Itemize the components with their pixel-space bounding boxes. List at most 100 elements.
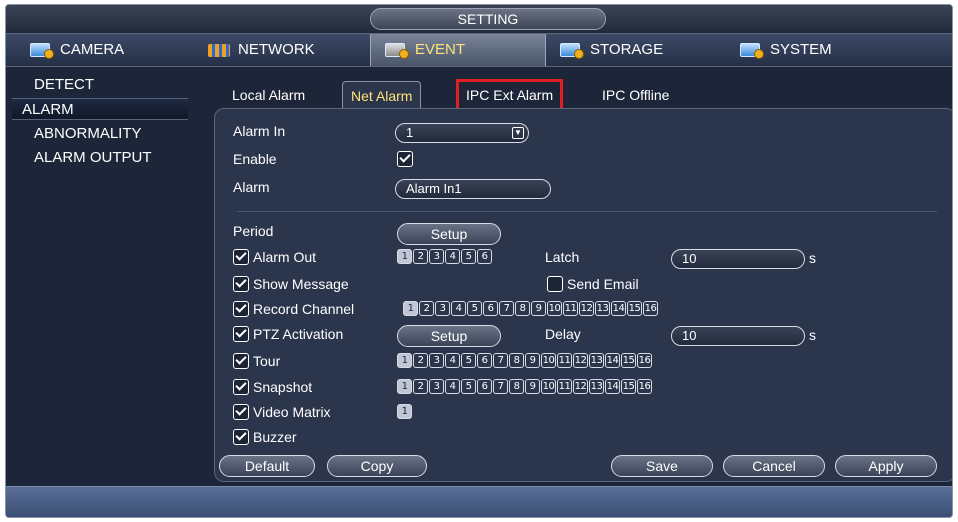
record-channel-11[interactable]: 11 [563, 301, 578, 316]
tour-channel-16[interactable]: 16 [637, 353, 652, 368]
record-channel-checkbox[interactable] [233, 301, 249, 317]
snapshot-channel-15[interactable]: 15 [621, 379, 636, 394]
snapshot-channel-4[interactable]: 4 [445, 379, 460, 394]
tab-system[interactable]: SYSTEM [726, 34, 902, 66]
latch-label: Latch [545, 249, 580, 265]
status-bar [6, 486, 952, 517]
record-channel-5[interactable]: 5 [467, 301, 482, 316]
apply-button[interactable]: Apply [835, 455, 937, 477]
snapshot-channel-3[interactable]: 3 [429, 379, 444, 394]
snapshot-checkbox[interactable] [233, 379, 249, 395]
snapshot-channel-16[interactable]: 16 [637, 379, 652, 394]
ptz-activation-label: PTZ Activation [253, 326, 344, 342]
sidebar-item-alarm[interactable]: ALARM [12, 98, 188, 120]
video-matrix-channel-1[interactable]: 1 [397, 404, 412, 419]
tour-channel-2[interactable]: 2 [413, 353, 428, 368]
tour-channel-15[interactable]: 15 [621, 353, 636, 368]
tab-event[interactable]: EVENT [370, 34, 546, 66]
tour-channel-13[interactable]: 13 [589, 353, 604, 368]
buzzer-checkbox[interactable] [233, 429, 249, 445]
alarm-name-input[interactable]: Alarm In1 [395, 179, 551, 199]
tab-local-alarm[interactable]: Local Alarm [224, 81, 313, 109]
tab-storage[interactable]: STORAGE [546, 34, 722, 66]
enable-checkbox[interactable] [397, 151, 413, 167]
send-email-checkbox[interactable] [547, 276, 563, 292]
snapshot-channel-10[interactable]: 10 [541, 379, 556, 394]
video-matrix-checkbox[interactable] [233, 404, 249, 420]
alarm-out-channel-1[interactable]: 1 [397, 249, 412, 264]
record-channel-1[interactable]: 1 [403, 301, 418, 316]
record-channel-10[interactable]: 10 [547, 301, 562, 316]
snapshot-channel-12[interactable]: 12 [573, 379, 588, 394]
tab-ipc-ext-alarm[interactable]: IPC Ext Alarm [455, 79, 564, 111]
record-channel-14[interactable]: 14 [611, 301, 626, 316]
snapshot-channel-5[interactable]: 5 [461, 379, 476, 394]
tour-channel-7[interactable]: 7 [493, 353, 508, 368]
tab-network[interactable]: NETWORK [194, 34, 370, 66]
tab-storage-label: STORAGE [590, 41, 664, 58]
tour-channel-3[interactable]: 3 [429, 353, 444, 368]
record-channel-13[interactable]: 13 [595, 301, 610, 316]
record-channel-3[interactable]: 3 [435, 301, 450, 316]
record-channel-9[interactable]: 9 [531, 301, 546, 316]
snapshot-channel-13[interactable]: 13 [589, 379, 604, 394]
snapshot-channel-11[interactable]: 11 [557, 379, 572, 394]
alarm-out-channel-6[interactable]: 6 [477, 249, 492, 264]
alarm-out-channel-4[interactable]: 4 [445, 249, 460, 264]
tab-camera[interactable]: CAMERA [16, 34, 192, 66]
snapshot-channel-8[interactable]: 8 [509, 379, 524, 394]
tab-net-alarm[interactable]: Net Alarm [342, 81, 422, 109]
record-channel-16[interactable]: 16 [643, 301, 658, 316]
tour-channel-12[interactable]: 12 [573, 353, 588, 368]
record-channel-7[interactable]: 7 [499, 301, 514, 316]
default-button[interactable]: Default [219, 455, 315, 477]
sidebar-item-detect[interactable]: DETECT [12, 74, 188, 96]
record-channel-6[interactable]: 6 [483, 301, 498, 316]
tour-channel-9[interactable]: 9 [525, 353, 540, 368]
alarm-out-channel-2[interactable]: 2 [413, 249, 428, 264]
alarm-in-select[interactable]: 1 ▼ [395, 123, 529, 143]
copy-button[interactable]: Copy [327, 455, 427, 477]
latch-input[interactable]: 10 [671, 249, 805, 269]
record-channel-8[interactable]: 8 [515, 301, 530, 316]
alarm-out-channel-3[interactable]: 3 [429, 249, 444, 264]
sidebar-item-abnormality[interactable]: ABNORMALITY [12, 123, 188, 145]
tour-channel-8[interactable]: 8 [509, 353, 524, 368]
tour-channel-4[interactable]: 4 [445, 353, 460, 368]
tour-channel-14[interactable]: 14 [605, 353, 620, 368]
snapshot-channel-6[interactable]: 6 [477, 379, 492, 394]
record-channel-2[interactable]: 2 [419, 301, 434, 316]
snapshot-channel-14[interactable]: 14 [605, 379, 620, 394]
tab-ipc-offline[interactable]: IPC Offline [594, 81, 677, 109]
tour-checkbox[interactable] [233, 353, 249, 369]
enable-label: Enable [233, 151, 277, 167]
alarm-out-channel-5[interactable]: 5 [461, 249, 476, 264]
tour-channel-6[interactable]: 6 [477, 353, 492, 368]
snapshot-channel-7[interactable]: 7 [493, 379, 508, 394]
tour-channel-5[interactable]: 5 [461, 353, 476, 368]
snapshot-channels: 1 2 3 4 5 6 7 8 9 10 11 12 13 14 15 16 [397, 379, 652, 394]
snapshot-channel-1[interactable]: 1 [397, 379, 412, 394]
tour-channel-1[interactable]: 1 [397, 353, 412, 368]
ptz-setup-button[interactable]: Setup [397, 325, 501, 347]
period-setup-button[interactable]: Setup [397, 223, 501, 245]
event-icon [385, 41, 409, 59]
snapshot-channel-2[interactable]: 2 [413, 379, 428, 394]
sidebar-item-alarm-output[interactable]: ALARM OUTPUT [12, 147, 188, 169]
camera-settings-icon [30, 41, 54, 59]
save-button[interactable]: Save [611, 455, 713, 477]
alarm-settings-panel: Alarm In 1 ▼ Enable Alarm Alarm In1 Peri… [214, 108, 952, 482]
show-message-checkbox[interactable] [233, 276, 249, 292]
alarm-out-label: Alarm Out [253, 249, 317, 265]
record-channel-4[interactable]: 4 [451, 301, 466, 316]
tour-channel-11[interactable]: 11 [557, 353, 572, 368]
ptz-activation-checkbox[interactable] [233, 326, 249, 342]
delay-input[interactable]: 10 [671, 326, 805, 346]
tour-channel-10[interactable]: 10 [541, 353, 556, 368]
record-channel-15[interactable]: 15 [627, 301, 642, 316]
record-channel-12[interactable]: 12 [579, 301, 594, 316]
cancel-button[interactable]: Cancel [723, 455, 825, 477]
tab-camera-label: CAMERA [60, 41, 125, 58]
alarm-out-checkbox[interactable] [233, 249, 249, 265]
snapshot-channel-9[interactable]: 9 [525, 379, 540, 394]
